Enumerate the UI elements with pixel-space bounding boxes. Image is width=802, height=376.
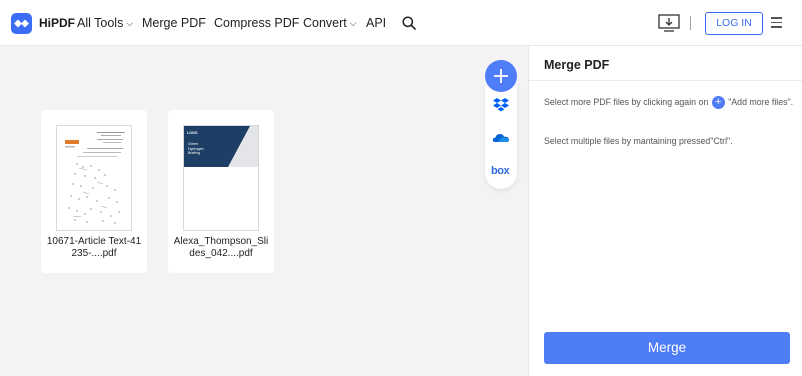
nav-all-tools-label: All Tools	[77, 16, 124, 30]
nav-merge-pdf[interactable]: Merge PDF	[142, 16, 206, 30]
hamburger-menu-icon[interactable]	[771, 17, 782, 31]
nav-all-tools[interactable]: All Tools ⌵	[77, 16, 133, 30]
slide-title: Green Hydrogen Briefing	[188, 142, 204, 155]
login-button[interactable]: LOG IN	[705, 12, 763, 35]
chevron-down-icon: ⌵	[349, 18, 357, 28]
nav-compress-pdf-label: Compress PDF	[214, 16, 300, 30]
upload-source-bar: box	[485, 86, 517, 189]
file-name: Alexa_Thompson_Slides_042....pdf	[173, 236, 269, 259]
plus-circle-icon: +	[711, 96, 725, 110]
box-icon[interactable]: box	[491, 165, 510, 177]
panel-title: Merge PDF	[544, 58, 610, 72]
nav-api[interactable]: API	[366, 16, 386, 30]
nav-convert[interactable]: Convert ⌵	[303, 16, 357, 30]
header-divider	[690, 16, 691, 30]
search-icon[interactable]	[402, 16, 416, 35]
panel-divider	[529, 80, 802, 81]
slide-logo: LOGO	[187, 131, 198, 135]
nav-convert-label: Convert	[303, 16, 347, 30]
hint-ctrl: Select multiple files by mantaining pres…	[544, 136, 733, 146]
file-workspace: 10671-Article Text-41235-....pdf LOGO Gr…	[0, 46, 528, 376]
dropbox-icon[interactable]	[492, 96, 510, 114]
nav-merge-pdf-label: Merge PDF	[142, 16, 206, 30]
chevron-down-icon: ⌵	[126, 18, 134, 28]
desktop-download-icon[interactable]	[658, 14, 680, 32]
merge-button[interactable]: Merge	[544, 332, 790, 364]
brand-name[interactable]: HiPDF	[39, 16, 75, 30]
file-name: 10671-Article Text-41235-....pdf	[46, 236, 142, 259]
hipdf-logo-icon[interactable]	[11, 13, 32, 34]
slide-thumbnail: LOGO Green Hydrogen Briefing	[183, 125, 259, 231]
hint-add-more: Select more PDF files by clicking again …	[544, 96, 794, 110]
nav-compress-pdf[interactable]: Compress PDF	[214, 16, 299, 30]
top-header: HiPDF All Tools ⌵ Merge PDF Compress PDF …	[0, 0, 802, 46]
onedrive-icon[interactable]	[492, 129, 510, 147]
nav-api-label: API	[366, 16, 387, 30]
document-thumbnail	[56, 125, 132, 231]
merge-panel: Merge PDF Select more PDF files by click…	[528, 46, 802, 376]
file-card[interactable]: 10671-Article Text-41235-....pdf	[41, 110, 147, 273]
hint-add-more-suffix: "Add more files".	[728, 97, 794, 107]
file-card[interactable]: LOGO Green Hydrogen Briefing Alexa_Thomp…	[168, 110, 274, 273]
add-files-button[interactable]	[485, 60, 517, 92]
hint-add-more-text: Select more PDF files by clicking again …	[544, 97, 709, 107]
